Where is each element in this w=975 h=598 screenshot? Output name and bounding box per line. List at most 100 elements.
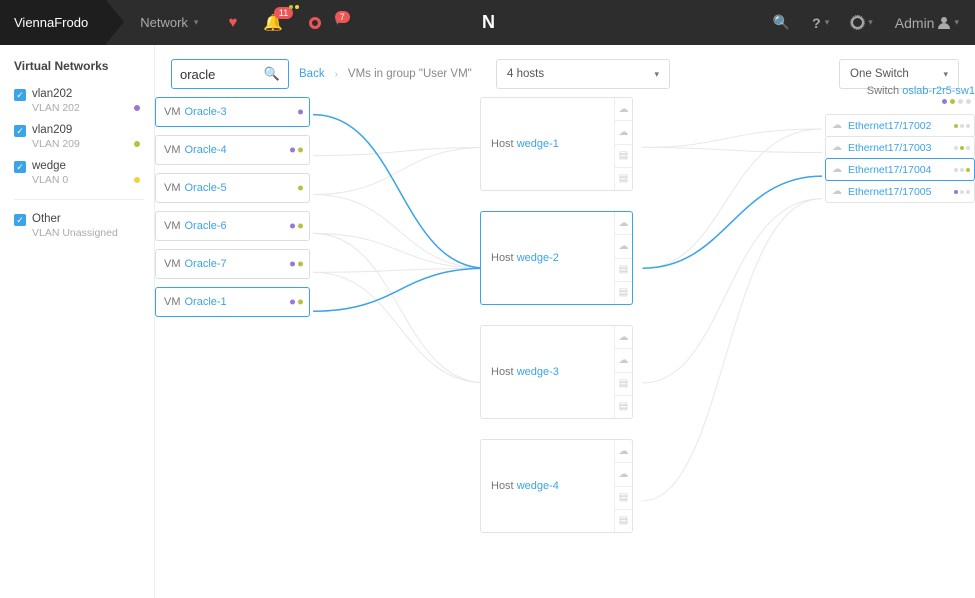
sidebar-item-wedge[interactable]: wedge VLAN 0 <box>14 155 144 191</box>
vm-prefix: VM <box>164 220 181 232</box>
slot-icon[interactable]: ☁ <box>614 235 632 258</box>
sidebar-item-other[interactable]: Other VLAN Unassigned <box>14 208 144 244</box>
host-card[interactable]: Host wedge-4 ☁ ☁ ▤ ▤ <box>480 439 633 533</box>
slot-icon[interactable]: ☁ <box>614 98 632 121</box>
vm-prefix: VM <box>164 182 181 194</box>
nav-network[interactable]: Network ▾ <box>140 15 198 30</box>
host-slots: ☁ ☁ ▤ ▤ <box>614 98 632 190</box>
chevron-down-icon: ▾ <box>868 17 873 28</box>
host-label: Host wedge-4 <box>491 480 559 492</box>
vm-link[interactable]: Oracle-7 <box>185 258 227 270</box>
host-label: Host wedge-1 <box>491 138 559 150</box>
checkbox-icon[interactable] <box>14 214 26 226</box>
host-link[interactable]: wedge-2 <box>517 252 559 264</box>
slot-icon[interactable]: ☁ <box>614 349 632 372</box>
switch-link[interactable]: oslab-r2r5-sw1 <box>902 85 975 97</box>
search-input[interactable] <box>180 67 258 82</box>
search-icon[interactable]: 🔍 <box>264 66 280 82</box>
port-dots <box>954 146 970 150</box>
vm-card[interactable]: VM Oracle-1 <box>155 287 310 317</box>
vm-prefix: VM <box>164 106 181 118</box>
slot-icon[interactable]: ☁ <box>614 212 632 235</box>
vnet-dot <box>134 177 140 183</box>
host-link[interactable]: wedge-1 <box>517 138 559 150</box>
vm-column: VM Oracle-3 VM Oracle-4 VM Oracle-5 VM O… <box>155 97 310 325</box>
vm-link[interactable]: Oracle-6 <box>185 220 227 232</box>
user-icon <box>938 17 950 29</box>
main-canvas: 🔍 Back › VMs in group "User VM" 4 hosts … <box>155 45 975 598</box>
search-box[interactable]: 🔍 <box>171 59 289 89</box>
settings-icon[interactable]: ▾ <box>851 16 873 29</box>
search-icon[interactable]: 🔍 <box>773 14 790 31</box>
slot-icon[interactable]: ☁ <box>614 121 632 144</box>
health-icon[interactable]: ♥ <box>228 14 237 31</box>
port-link[interactable]: Ethernet17/17004 <box>848 164 932 176</box>
slot-icon[interactable]: ▤ <box>614 168 632 190</box>
host-slots: ☁ ☁ ▤ ▤ <box>614 326 632 418</box>
chevron-down-icon: ▾ <box>825 17 830 28</box>
port-card[interactable]: ☁ Ethernet17/17002 <box>825 114 975 137</box>
checkbox-icon[interactable] <box>14 89 26 101</box>
user-menu[interactable]: Admin▾ <box>895 15 959 31</box>
host-link[interactable]: wedge-4 <box>517 480 559 492</box>
slot-icon[interactable]: ▤ <box>614 396 632 418</box>
sidebar-item-vlan209[interactable]: vlan209 VLAN 209 <box>14 119 144 155</box>
vnet-sub: VLAN 0 <box>32 174 144 186</box>
vnet-sub: VLAN 202 <box>32 102 144 114</box>
vnet-sub: VLAN 209 <box>32 138 144 150</box>
vm-card[interactable]: VM Oracle-7 <box>155 249 310 279</box>
host-link[interactable]: wedge-3 <box>517 366 559 378</box>
vm-prefix: VM <box>164 258 181 270</box>
host-card[interactable]: Host wedge-1 ☁ ☁ ▤ ▤ <box>480 97 633 191</box>
alerts-bell[interactable]: 🔔 11 <box>263 13 283 33</box>
back-link[interactable]: Back <box>299 68 325 80</box>
port-link[interactable]: Ethernet17/17003 <box>848 142 932 154</box>
brand-tab[interactable]: ViennaFrodo <box>0 0 106 45</box>
vm-dots <box>290 148 303 153</box>
vm-link[interactable]: Oracle-3 <box>185 106 227 118</box>
port-card[interactable]: ☁ Ethernet17/17005 <box>825 180 975 203</box>
logo-icon: N <box>482 12 493 32</box>
slot-icon[interactable]: ☁ <box>614 463 632 486</box>
slot-icon[interactable]: ▤ <box>614 282 632 304</box>
slot-icon[interactable]: ▤ <box>614 510 632 532</box>
slot-icon[interactable]: ▤ <box>614 259 632 282</box>
host-card[interactable]: Host wedge-2 ☁ ☁ ▤ ▤ <box>480 211 633 305</box>
topbar: ViennaFrodo Network ▾ ♥ 🔔 11 7 ▾ N 🔍 ?▾ … <box>0 0 975 45</box>
slot-icon[interactable]: ▤ <box>614 145 632 168</box>
vm-link[interactable]: Oracle-4 <box>185 144 227 156</box>
slot-icon[interactable]: ▤ <box>614 487 632 510</box>
checkbox-icon[interactable] <box>14 161 26 173</box>
help-icon[interactable]: ?▾ <box>812 15 829 31</box>
port-dots <box>954 190 970 194</box>
events-icon[interactable]: 7 ▾ <box>309 17 340 29</box>
cloud-icon: ☁ <box>832 120 842 131</box>
vm-card[interactable]: VM Oracle-6 <box>155 211 310 241</box>
slot-icon[interactable]: ☁ <box>614 440 632 463</box>
sidebar-item-vlan202[interactable]: vlan202 VLAN 202 <box>14 83 144 119</box>
switch-label: Switch oslab-r2r5-sw1 <box>867 85 975 97</box>
vm-link[interactable]: Oracle-1 <box>185 296 227 308</box>
vnet-dot <box>134 105 140 111</box>
vm-prefix: VM <box>164 144 181 156</box>
vm-link[interactable]: Oracle-5 <box>185 182 227 194</box>
vm-card[interactable]: VM Oracle-3 <box>155 97 310 127</box>
slot-icon[interactable]: ☁ <box>614 326 632 349</box>
vm-card[interactable]: VM Oracle-5 <box>155 173 310 203</box>
vm-card[interactable]: VM Oracle-4 <box>155 135 310 165</box>
vm-dots <box>298 110 303 115</box>
slot-icon[interactable]: ▤ <box>614 373 632 396</box>
port-dots <box>954 168 970 172</box>
port-card[interactable]: ☁ Ethernet17/17004 <box>825 158 975 181</box>
vnet-name: wedge <box>32 160 144 172</box>
hosts-dropdown[interactable]: 4 hosts ▾ <box>496 59 670 89</box>
vm-prefix: VM <box>164 296 181 308</box>
checkbox-icon[interactable] <box>14 125 26 137</box>
host-card[interactable]: Host wedge-3 ☁ ☁ ▤ ▤ <box>480 325 633 419</box>
port-column: ☁ Ethernet17/17002 ☁ Ethernet17/17003 ☁ … <box>825 115 975 203</box>
vm-dots <box>290 262 303 267</box>
port-link[interactable]: Ethernet17/17005 <box>848 186 932 198</box>
ring-icon <box>309 17 321 29</box>
port-link[interactable]: Ethernet17/17002 <box>848 120 932 132</box>
port-card[interactable]: ☁ Ethernet17/17003 <box>825 136 975 159</box>
